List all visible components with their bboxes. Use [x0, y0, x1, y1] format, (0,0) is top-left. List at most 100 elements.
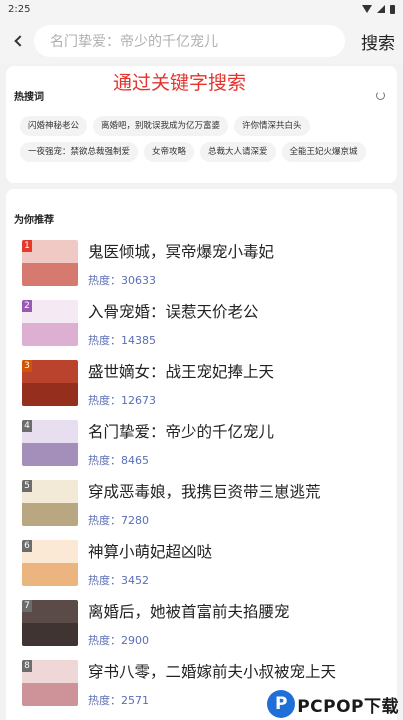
book-cover-art — [22, 263, 78, 286]
heat-label: 热度： — [88, 514, 121, 526]
search-header: 名门挚爱：帝少的千亿宠儿 搜索 — [0, 18, 403, 64]
heat-label: 热度： — [88, 394, 121, 406]
book-cover-art — [22, 323, 78, 346]
book-heat: 热度：2571 — [88, 692, 149, 706]
book-info: 穿成恶毒娘，我携巨资带三崽逃荒热度：7280 — [88, 480, 389, 526]
status-icons — [362, 4, 395, 14]
hot-word-tag[interactable]: 全能王妃火爆京城 — [281, 142, 366, 162]
book-info: 盛世嫡女：战王宠妃捧上天热度：12673 — [88, 360, 389, 406]
book-info: 入骨宠婚：误惹天价老公热度：14385 — [88, 300, 389, 346]
heat-value: 7280 — [121, 514, 149, 526]
hot-word-tag[interactable]: 总裁大人请深爱 — [200, 142, 276, 162]
rank-badge: 1 — [22, 240, 32, 252]
refresh-icon[interactable] — [376, 90, 385, 100]
book-item[interactable]: 3 盛世嫡女：战王宠妃捧上天热度：12673 — [14, 360, 389, 420]
rank-badge: 7 — [22, 600, 32, 612]
heat-value: 12673 — [121, 394, 156, 406]
watermark-text: PCPOP下载 — [297, 696, 399, 717]
recommend-card: 为你推荐 1 鬼医倾城，冥帝爆宠小毒妃 热度：30633 2 入骨宠婚：误惹天价老公 热度… — [6, 189, 397, 720]
watermark-logo-icon: P — [267, 690, 296, 718]
book-info: 神算小萌妃超凶哒热度：3452 — [88, 540, 389, 586]
book-heat: 热度：8465 — [88, 452, 149, 466]
book-cover: 1 — [22, 240, 78, 286]
back-arrow-icon — [13, 35, 26, 47]
wifi-icon — [362, 5, 372, 13]
book-cover-art — [22, 623, 78, 646]
heat-label: 热度： — [88, 274, 121, 286]
hot-words-tags: 闪婚神秘老公 离婚吧，别耽误我成为亿万富婆 许你情深共白头一夜强宠：禁欲总裁强制爱女… — [14, 114, 389, 162]
hot-word-tag[interactable]: 许你情深共白头 — [234, 116, 310, 136]
rank-badge: 4 — [22, 420, 32, 432]
book-cover: 8 — [22, 660, 78, 706]
signal-icon — [377, 5, 385, 13]
rank-badge: 5 — [22, 480, 32, 492]
search-input[interactable]: 名门挚爱：帝少的千亿宠儿 — [34, 25, 345, 57]
book-title: 鬼医倾城，冥帝爆宠小毒妃 — [88, 243, 275, 261]
book-item[interactable]: 5 穿成恶毒娘，我携巨资带三崽逃荒热度：7280 — [14, 480, 389, 540]
recommend-title: 为你推荐 — [14, 215, 54, 226]
rank-badge: 3 — [22, 360, 32, 372]
rank-badge: 6 — [22, 540, 32, 552]
book-list: 1 鬼医倾城，冥帝爆宠小毒妃 热度：30633 2 入骨宠婚：误惹天价老公 热度：1438… — [14, 240, 389, 720]
hot-words-title: 热搜词 — [14, 91, 44, 103]
heat-value: 2571 — [121, 694, 149, 706]
book-title: 入骨宠婚：误惹天价老公 — [88, 303, 259, 321]
book-heat: 热度：2900 — [88, 632, 149, 646]
heat-label: 热度： — [88, 574, 121, 586]
book-cover: 2 — [22, 300, 78, 346]
book-info: 鬼医倾城，冥帝爆宠小毒妃热度：30633 — [88, 240, 389, 286]
search-button[interactable]: 搜索 — [361, 29, 395, 54]
back-button[interactable] — [10, 28, 26, 54]
hot-word-tag[interactable]: 闪婚神秘老公 — [20, 116, 88, 136]
book-heat: 热度：3452 — [88, 572, 149, 586]
book-title: 离婚后，她被首富前夫掐腰宠 — [88, 603, 290, 621]
book-cover: 4 — [22, 420, 78, 466]
book-item[interactable]: 2 入骨宠婚：误惹天价老公热度：14385 — [14, 300, 389, 360]
book-cover-art — [22, 503, 78, 526]
book-cover-art — [22, 683, 78, 706]
hot-word-tag[interactable]: 离婚吧，别耽误我成为亿万富婆 — [93, 116, 229, 136]
overlay-caption: 通过关键字搜索 — [113, 72, 247, 94]
book-title: 名门挚爱：帝少的千亿宠儿 — [88, 423, 275, 441]
book-item[interactable]: 4 名门挚爱：帝少的千亿宠儿热度：8465 — [14, 420, 389, 480]
rank-badge: 2 — [22, 300, 32, 312]
book-cover-art — [22, 383, 78, 406]
battery-icon — [390, 4, 395, 14]
book-heat: 热度：12673 — [88, 392, 156, 406]
book-heat: 热度：7280 — [88, 512, 149, 526]
hot-word-tag[interactable]: 女帝攻略 — [144, 142, 195, 162]
heat-label: 热度： — [88, 694, 121, 706]
book-title: 穿书八零，二婚嫁前夫小叔被宠上天 — [88, 663, 337, 681]
hot-words-card: 通过关键字搜索 热搜词 闪婚神秘老公 离婚吧，别耽误我成为亿万富婆 许你情深共白头一… — [6, 66, 397, 183]
book-cover-art — [22, 563, 78, 586]
heat-value: 8465 — [121, 454, 149, 466]
book-heat: 热度：30633 — [88, 272, 156, 286]
search-placeholder: 名门挚爱：帝少的千亿宠儿 — [50, 34, 218, 50]
heat-label: 热度： — [88, 634, 121, 646]
book-title: 神算小萌妃超凶哒 — [88, 543, 213, 561]
status-time: 2:25 — [8, 3, 31, 15]
heat-label: 热度： — [88, 334, 121, 346]
book-heat: 热度：14385 — [88, 332, 156, 346]
rank-badge: 8 — [22, 660, 32, 672]
heat-value: 30633 — [121, 274, 156, 286]
heat-value: 2900 — [121, 634, 149, 646]
book-cover: 3 — [22, 360, 78, 406]
heat-value: 3452 — [121, 574, 149, 586]
book-item[interactable]: 6 神算小萌妃超凶哒热度：3452 — [14, 540, 389, 600]
status-bar: 2:25 — [0, 0, 403, 18]
book-info: 名门挚爱：帝少的千亿宠儿热度：8465 — [88, 420, 389, 466]
book-info: 离婚后，她被首富前夫掐腰宠热度：2900 — [88, 600, 389, 646]
book-title: 盛世嫡女：战王宠妃捧上天 — [88, 363, 275, 381]
book-cover: 5 — [22, 480, 78, 526]
heat-value: 14385 — [121, 334, 156, 346]
book-cover-art — [22, 443, 78, 466]
book-item[interactable]: 1 鬼医倾城，冥帝爆宠小毒妃热度：30633 — [14, 240, 389, 300]
book-title: 穿成恶毒娘，我携巨资带三崽逃荒 — [88, 483, 321, 501]
book-cover: 7 — [22, 600, 78, 646]
book-item[interactable]: 7 离婚后，她被首富前夫掐腰宠热度：2900 — [14, 600, 389, 660]
book-cover: 6 — [22, 540, 78, 586]
hot-word-tag[interactable]: 一夜强宠：禁欲总裁强制爱 — [20, 142, 139, 162]
heat-label: 热度： — [88, 454, 121, 466]
watermark: P PCPOP下载 — [267, 690, 399, 718]
